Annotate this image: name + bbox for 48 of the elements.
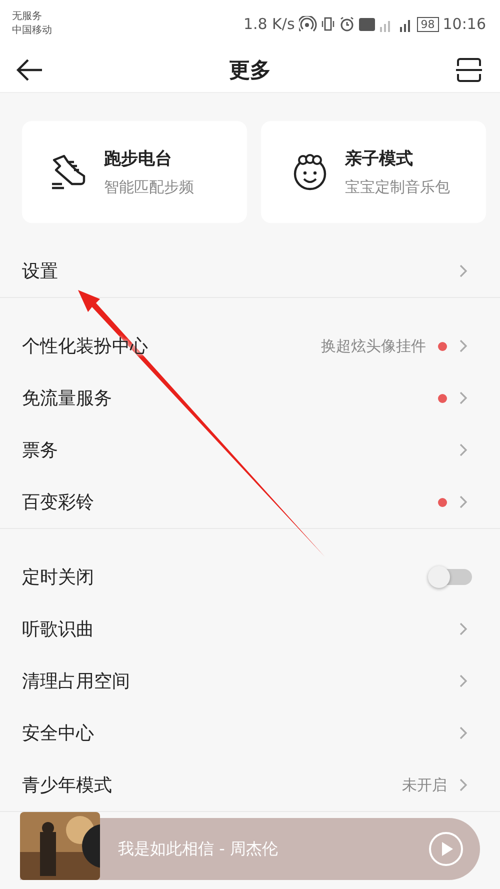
chevron-icon	[459, 339, 468, 353]
settings-row[interactable]: 安全中心	[0, 707, 500, 759]
back-icon[interactable]	[16, 58, 44, 82]
hotspot-icon	[298, 16, 317, 32]
page-title: 更多	[229, 57, 271, 84]
settings-row[interactable]: 票务	[0, 424, 500, 476]
chevron-icon	[459, 495, 468, 509]
toggle-switch[interactable]	[430, 569, 472, 585]
card-subtitle: 宝宝定制音乐包	[345, 178, 450, 197]
settings-row[interactable]: 免流量服务	[0, 372, 500, 424]
settings-row[interactable]: 百变彩铃	[0, 476, 500, 528]
feature-card[interactable]: 跑步电台 智能匹配步频	[22, 121, 247, 223]
chevron-icon	[459, 778, 468, 792]
row-label: 安全中心	[22, 722, 95, 745]
row-value: 换超炫头像挂件	[321, 336, 426, 356]
vibrate-icon	[320, 16, 335, 32]
battery-level: 98	[416, 16, 439, 32]
card-title: 亲子模式	[345, 148, 414, 170]
card-title: 跑步电台	[104, 148, 173, 170]
settings-row[interactable]: 设置	[0, 245, 500, 297]
carrier-text: 中国移动	[12, 24, 52, 38]
card-subtitle: 智能匹配步频	[104, 178, 194, 197]
scan-icon[interactable]	[456, 57, 482, 83]
row-label: 听歌识曲	[22, 618, 95, 641]
row-label: 清理占用空间	[22, 670, 131, 693]
settings-row[interactable]: 青少年模式 未开启	[0, 759, 500, 811]
row-label: 免流量服务	[22, 387, 113, 410]
row-label: 设置	[22, 260, 59, 283]
settings-row[interactable]: 听歌识曲	[0, 603, 500, 655]
row-label: 百变彩铃	[22, 491, 95, 514]
network-speed: 1.8 K/s	[243, 15, 295, 33]
chevron-icon	[459, 264, 468, 278]
alarm-icon	[338, 16, 355, 32]
row-label: 票务	[22, 439, 59, 462]
song-title: 我是如此相信 - 周杰伦	[118, 838, 279, 860]
carrier-text: 无服务	[12, 10, 43, 24]
chevron-icon	[459, 674, 468, 688]
settings-row[interactable]: 定时关闭	[0, 551, 500, 603]
clock: 10:16	[442, 15, 486, 33]
row-label: 定时关闭	[22, 566, 95, 589]
chevron-icon	[459, 391, 468, 405]
row-value: 未开启	[402, 776, 447, 794]
chevron-icon	[459, 726, 468, 740]
settings-row[interactable]: 清理占用空间	[0, 655, 500, 707]
chevron-icon	[459, 443, 468, 457]
row-label: 青少年模式	[22, 774, 113, 797]
chevron-icon	[459, 622, 468, 636]
feature-card[interactable]: 亲子模式 宝宝定制音乐包	[261, 121, 486, 223]
